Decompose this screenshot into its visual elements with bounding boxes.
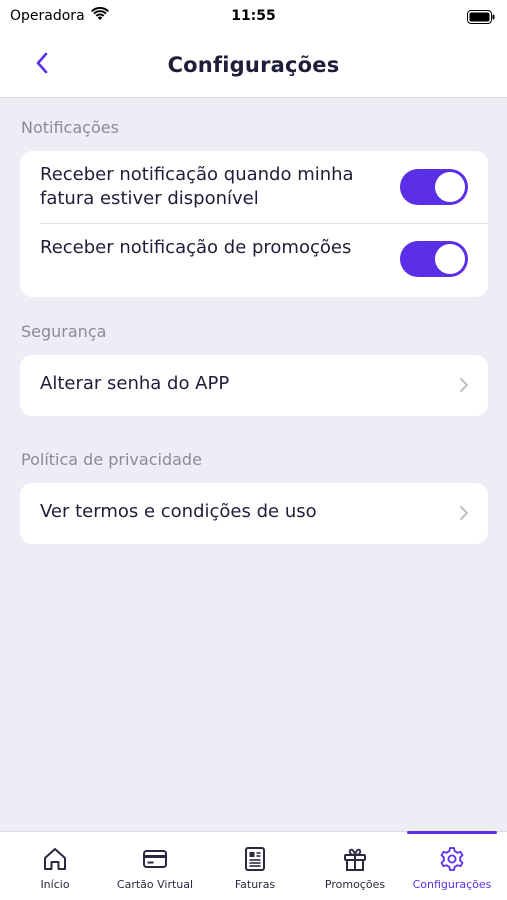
notification-row-promotions-label: Receber notificação de promoções (40, 237, 352, 258)
tab-label: Início (40, 878, 70, 891)
tab-label: Faturas (234, 878, 276, 891)
settings-content: Notificações Receber notificação quando … (0, 98, 507, 831)
invoice-notification-toggle[interactable] (400, 169, 468, 205)
gear-icon (438, 845, 466, 873)
home-icon (41, 845, 69, 873)
tab-promocoes[interactable]: Promoções (305, 832, 405, 900)
tab-label: Cartão Virtual (116, 878, 194, 891)
notifications-card: Receber notificação quando minha fatura … (20, 151, 488, 297)
receipt-icon (241, 845, 269, 873)
tab-cartao-virtual[interactable]: Cartão Virtual (105, 832, 205, 900)
terms-label: Ver termos e condições de uso (40, 501, 317, 522)
chevron-right-icon (458, 504, 470, 522)
tab-label: Configurações (412, 878, 492, 891)
gift-icon (341, 845, 369, 873)
status-bar: Operadora 11:55 (0, 0, 507, 32)
tab-inicio[interactable]: Início (5, 832, 105, 900)
toggle-knob (435, 172, 465, 202)
back-button[interactable] (28, 51, 56, 79)
section-label-privacy: Política de privacidade (21, 450, 202, 469)
credit-card-icon (141, 845, 169, 873)
wifi-icon (90, 6, 109, 25)
chevron-right-icon (458, 376, 470, 394)
tab-configuracoes[interactable]: Configurações (402, 832, 502, 900)
tab-bar: Início Cartão Virtual Faturas Promoções … (0, 831, 507, 900)
section-label-notifications: Notificações (21, 118, 119, 137)
tab-faturas[interactable]: Faturas (205, 832, 305, 900)
chevron-left-icon (35, 52, 49, 78)
navigation-bar: Configurações (0, 32, 507, 98)
battery-icon (467, 9, 495, 24)
notification-row-invoice-label: Receber notificação quando minha fatura … (40, 164, 354, 209)
change-password-item[interactable]: Alterar senha do APP (20, 355, 488, 416)
section-label-security: Segurança (21, 322, 107, 341)
notification-row-invoice: Receber notificação quando minha fatura … (20, 151, 488, 224)
carrier-name: Operadora (10, 8, 85, 24)
toggle-knob (435, 244, 465, 274)
tab-label: Promoções (324, 878, 386, 891)
page-title: Configurações (167, 52, 340, 77)
terms-item[interactable]: Ver termos e condições de uso (20, 483, 488, 544)
notification-row-promotions: Receber notificação de promoções (20, 224, 488, 297)
status-left: Operadora (10, 6, 109, 25)
change-password-label: Alterar senha do APP (40, 373, 230, 394)
promotions-notification-toggle[interactable] (400, 241, 468, 277)
